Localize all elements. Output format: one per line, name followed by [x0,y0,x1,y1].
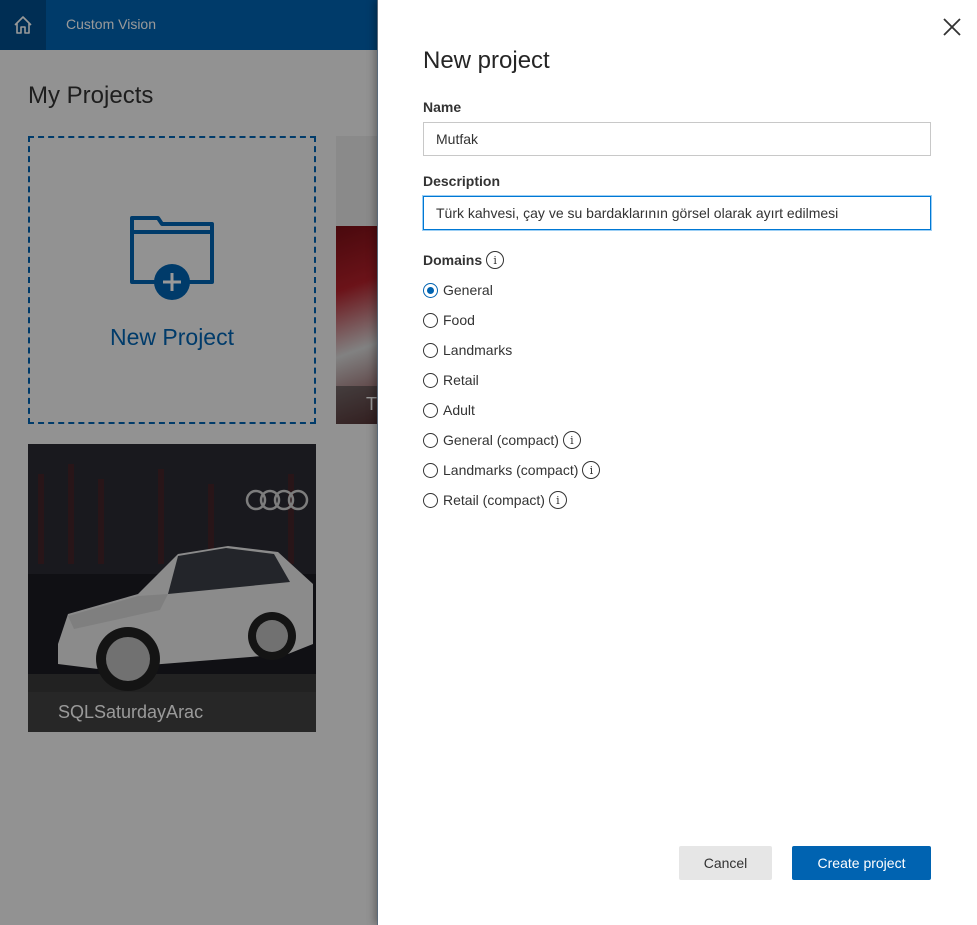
radio-button[interactable] [423,372,438,388]
radio-button[interactable] [423,462,438,478]
radio-button[interactable] [423,342,438,358]
dialog-title: New project [423,47,550,74]
domain-option-general[interactable]: General [423,280,493,300]
domains-label-text: Domains [423,252,483,268]
domain-option-retail-compact[interactable]: Retail (compact) i [423,490,567,510]
domains-label: Domains i [423,251,505,269]
radio-button[interactable] [423,312,438,328]
info-icon[interactable]: i [582,461,601,479]
description-label: Description [423,173,501,189]
domain-option-label: Retail [443,372,479,388]
domain-option-general-compact[interactable]: General (compact) i [423,430,581,450]
cancel-button[interactable]: Cancel [679,846,772,880]
name-input[interactable] [423,122,931,156]
description-input[interactable] [423,196,931,230]
radio-button[interactable] [423,492,438,508]
radio-button[interactable] [423,282,438,298]
domain-option-label: Landmarks [443,342,513,358]
domain-option-label: General [443,282,493,298]
domain-option-landmarks-compact[interactable]: Landmarks (compact) i [423,460,601,480]
new-project-dialog: New project Name Description Domains i G… [377,0,977,925]
domain-option-label: Retail (compact) [443,492,545,508]
info-icon[interactable]: i [548,491,567,509]
domain-option-label: Food [443,312,475,328]
name-label: Name [423,99,462,115]
domain-option-label: Adult [443,402,475,418]
info-icon[interactable]: i [486,251,505,269]
domain-option-landmarks[interactable]: Landmarks [423,340,512,360]
domain-option-retail[interactable]: Retail [423,370,479,390]
domain-option-adult[interactable]: Adult [423,400,475,420]
radio-button[interactable] [423,432,438,448]
info-icon[interactable]: i [562,431,581,449]
create-project-button[interactable]: Create project [792,846,931,880]
domain-option-food[interactable]: Food [423,310,475,330]
close-icon[interactable] [941,16,963,38]
domain-option-label: General (compact) [443,432,559,448]
radio-button[interactable] [423,402,438,418]
domain-option-label: Landmarks (compact) [443,462,579,478]
